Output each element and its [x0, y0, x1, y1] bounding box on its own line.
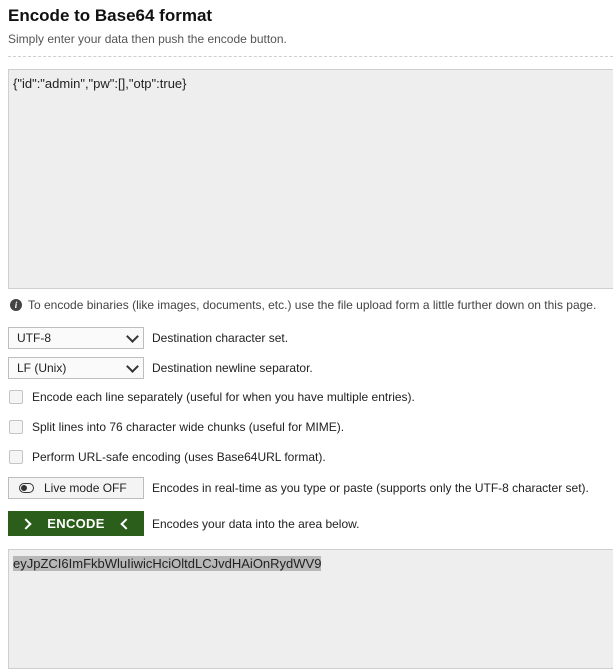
url-safe-row: Perform URL-safe encoding (uses Base64UR… — [8, 450, 326, 464]
charset-select[interactable]: UTF-8 — [8, 327, 144, 349]
live-mode-button[interactable]: Live mode OFF — [8, 477, 144, 499]
encode-label: Encodes your data into the area below. — [152, 516, 360, 531]
newline-value: LF (Unix) — [17, 361, 67, 375]
url-safe-label[interactable]: Perform URL-safe encoding (uses Base64UR… — [32, 450, 326, 464]
live-mode-button-label: Live mode OFF — [44, 481, 127, 495]
each-line-row: Encode each line separately (useful for … — [8, 390, 415, 404]
chevron-down-icon — [126, 359, 139, 373]
encode-button[interactable]: ENCODE — [8, 511, 144, 536]
newline-row: LF (Unix) Destination newline separator. — [8, 357, 313, 379]
each-line-checkbox[interactable] — [9, 390, 23, 404]
info-note: i To encode binaries (like images, docum… — [10, 298, 596, 312]
info-icon: i — [10, 299, 22, 311]
encode-button-label: ENCODE — [47, 516, 105, 531]
split-lines-row: Split lines into 76 character wide chunk… — [8, 420, 344, 434]
toggle-icon — [19, 483, 34, 493]
charset-label: Destination character set. — [152, 331, 289, 345]
newline-select[interactable]: LF (Unix) — [8, 357, 144, 379]
info-text: To encode binaries (like images, documen… — [28, 298, 597, 312]
split-lines-label[interactable]: Split lines into 76 character wide chunk… — [32, 420, 344, 434]
page-title: Encode to Base64 format — [8, 6, 213, 25]
newline-label: Destination newline separator. — [152, 361, 313, 375]
live-mode-label: Encodes in real-time as you type or past… — [152, 481, 589, 495]
chevron-left-icon — [120, 517, 132, 530]
chevron-right-icon — [20, 517, 32, 530]
output-text: eyJpZCI6ImFkbWluIiwicHciOltdLCJvdHAiOnRy… — [13, 556, 322, 571]
live-mode-row: Live mode OFF Encodes in real-time as yo… — [8, 477, 589, 499]
encode-row: ENCODE Encodes your data into the area b… — [8, 511, 359, 536]
charset-value: UTF-8 — [17, 331, 51, 345]
output-textarea[interactable]: eyJpZCI6ImFkbWluIiwicHciOltdLCJvdHAiOnRy… — [8, 549, 613, 669]
chevron-down-icon — [126, 329, 139, 343]
split-lines-checkbox[interactable] — [9, 420, 23, 434]
each-line-label[interactable]: Encode each line separately (useful for … — [32, 390, 415, 404]
charset-row: UTF-8 Destination character set. — [8, 327, 288, 349]
page-subtitle: Simply enter your data then push the enc… — [8, 32, 287, 46]
input-textarea[interactable]: {"id":"admin","pw":[],"otp":true} — [8, 69, 613, 289]
url-safe-checkbox[interactable] — [9, 450, 23, 464]
divider — [8, 56, 613, 57]
